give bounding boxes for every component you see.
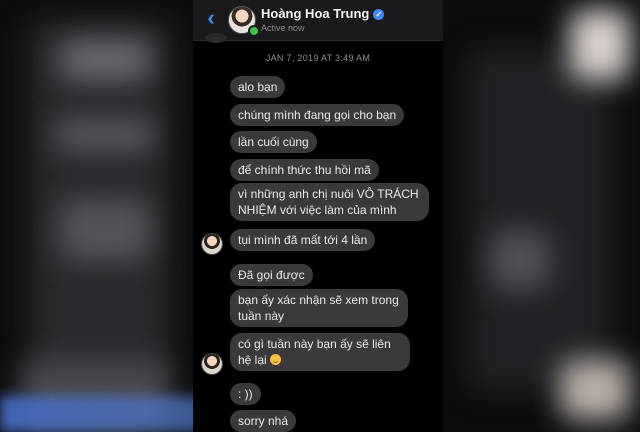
- message-bubble[interactable]: chúng mình đang gọi cho bạn: [230, 104, 405, 126]
- blurred-shape: [60, 200, 150, 260]
- blurred-shape: [570, 10, 630, 80]
- blurred-shape: [55, 120, 155, 150]
- message-bubble[interactable]: có gì tuần này bạn ấy sẽ liên hệ lại: [230, 333, 410, 371]
- message-bubble[interactable]: tụi mình đã mất tới 4 lần: [230, 229, 376, 251]
- message-bubble[interactable]: Đã gọi được: [230, 264, 313, 286]
- previous-avatar-stub: [205, 33, 227, 43]
- blurred-shape: [490, 230, 550, 290]
- blurred-right-panel: [470, 50, 610, 390]
- message-bubble[interactable]: bạn ấy xác nhận sẽ xem trong tuần này: [230, 289, 408, 327]
- message-bubble[interactable]: sorry nhá: [230, 410, 297, 432]
- online-status-icon: [248, 25, 260, 37]
- verified-badge-icon: ✓: [373, 9, 385, 20]
- message-bubble[interactable]: lần cuối cùng: [230, 131, 317, 153]
- blurred-shape: [560, 360, 630, 420]
- smile-emoji-icon: [270, 354, 282, 365]
- blurred-shape: [60, 40, 150, 80]
- active-status: Active now: [261, 23, 305, 33]
- chevron-left-icon[interactable]: ‹: [201, 7, 221, 29]
- message-bubble[interactable]: alo bạn: [230, 76, 286, 98]
- contact-name[interactable]: Hoàng Hoa Trung ✓: [261, 6, 385, 21]
- message-timestamp: JAN 7, 2019 AT 3:49 AM: [265, 53, 371, 63]
- chat-header: ‹ Hoàng Hoa Trung ✓ Active now: [193, 0, 443, 41]
- chat-screen: ‹ Hoàng Hoa Trung ✓ Active now JAN 7, 201…: [193, 0, 443, 432]
- message-bubble[interactable]: để chính thức thu hồi mã: [230, 159, 379, 181]
- message-bubble[interactable]: : )): [230, 383, 261, 405]
- avatar[interactable]: [201, 233, 223, 255]
- avatar[interactable]: [201, 353, 223, 375]
- message-bubble[interactable]: vì những anh chị nuôi VÔ TRÁCH NHIỆM với…: [230, 183, 429, 221]
